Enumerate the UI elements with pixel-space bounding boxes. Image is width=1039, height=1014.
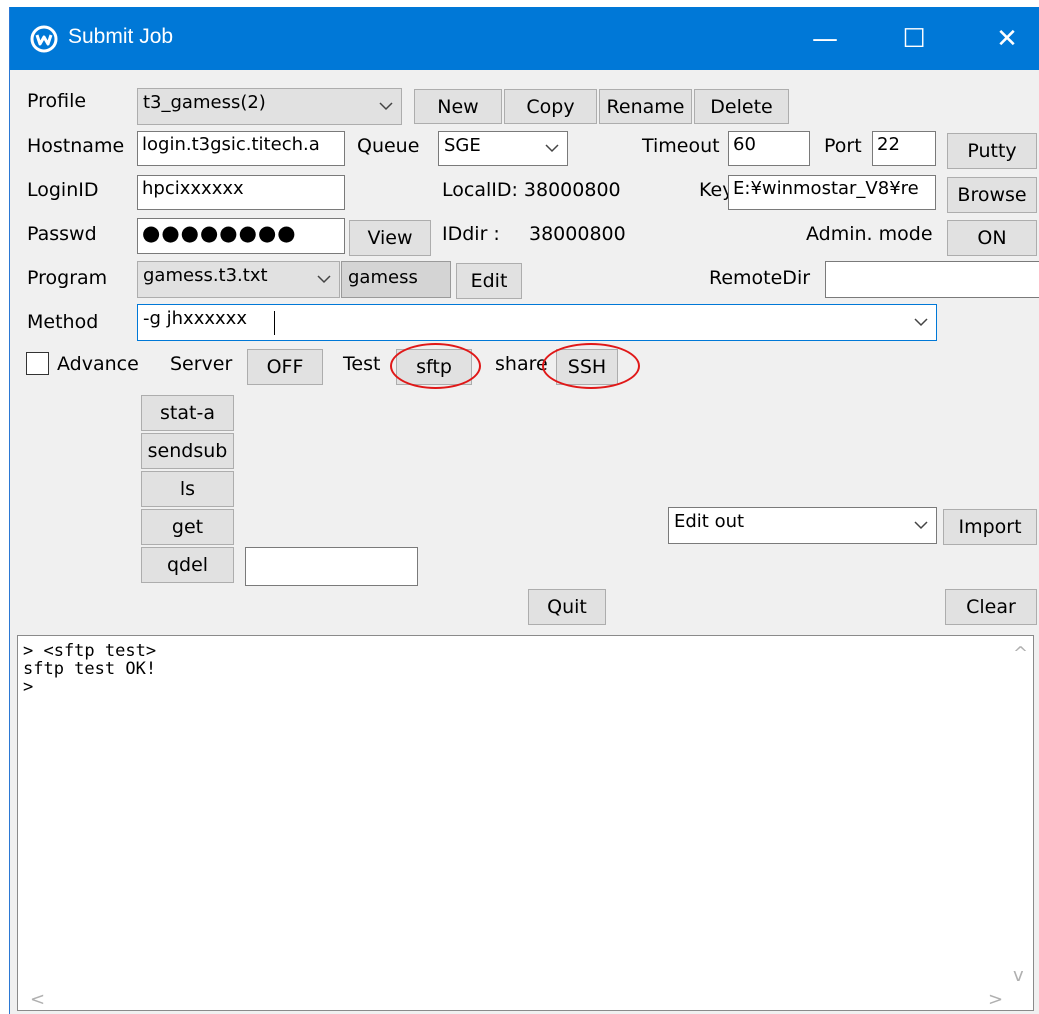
browse-button[interactable]: Browse [947,177,1037,213]
timeout-label: Timeout [642,135,720,157]
queue-select[interactable]: SGE [438,131,568,166]
close-button[interactable]: ✕ [976,7,1038,70]
profile-label: Profile [27,90,87,112]
minimize-button[interactable]: — [794,7,856,70]
admin-mode-label: Admin. mode [806,223,933,245]
port-field[interactable]: 22 [872,131,936,166]
copy-profile-button[interactable]: Copy [504,89,597,124]
test-label: Test [343,353,381,375]
chevron-down-icon [912,305,930,340]
server-toggle-button[interactable]: OFF [247,349,323,385]
qdel-button[interactable]: qdel [141,547,234,583]
scroll-right-icon[interactable]: > [988,989,1003,1010]
queue-value: SGE [444,135,481,156]
remotedir-label: RemoteDir [709,267,811,289]
program-value: gamess.t3.txt [143,265,268,286]
submit-job-window: Submit Job — ☐ ✕ Profile t3_gamess(2) Ne… [9,7,1039,1014]
sendsub-button[interactable]: sendsub [141,433,234,469]
server-label: Server [170,353,233,375]
console-line: > [23,677,34,697]
console-output[interactable]: > <sftp test> sftp test OK! > [17,635,1034,1011]
minimize-icon: — [812,23,838,54]
admin-mode-button[interactable]: ON [947,220,1037,256]
profile-select[interactable]: t3_gamess(2) [137,88,402,125]
chevron-down-icon [912,508,930,543]
chevron-down-icon [543,132,561,165]
chevron-down-icon [377,89,395,124]
stat-button[interactable]: stat-a [141,395,234,431]
rename-profile-button[interactable]: Rename [599,89,692,124]
method-value: -g jhxxxxxx [143,308,247,329]
advance-checkbox[interactable] [26,352,49,375]
delete-profile-button[interactable]: Delete [694,89,789,124]
advance-label: Advance [57,353,139,375]
scroll-down-icon[interactable]: v [1013,965,1024,986]
method-select[interactable]: -g jhxxxxxx [137,304,937,341]
clear-button[interactable]: Clear [945,589,1037,625]
view-password-button[interactable]: View [349,220,431,256]
edit-program-button[interactable]: Edit [456,263,522,299]
maximize-icon: ☐ [902,23,926,54]
edit-out-value: Edit out [674,511,745,532]
console-line: sftp test OK! [23,659,157,679]
program-name-display: gamess [341,261,451,298]
queue-label: Queue [357,135,420,157]
ssh-share-button[interactable]: SSH [556,349,618,385]
qdel-jobid-field[interactable] [245,547,418,586]
port-label: Port [824,135,862,157]
iddir-label: IDdir : [442,223,500,245]
edit-out-select[interactable]: Edit out [668,507,937,544]
close-icon: ✕ [996,23,1018,54]
key-field[interactable]: E:¥winmostar_V8¥re [728,175,936,210]
loginid-label: LoginID [27,179,99,201]
sftp-test-button[interactable]: sftp [396,349,472,385]
quit-button[interactable]: Quit [528,589,606,625]
program-select[interactable]: gamess.t3.txt [137,261,340,298]
text-cursor [274,311,275,335]
hostname-field[interactable]: login.t3gsic.titech.a [137,131,345,166]
profile-value: t3_gamess(2) [143,92,266,113]
hostname-label: Hostname [27,135,125,157]
scroll-up-icon[interactable]: ^ [1013,643,1028,664]
import-button[interactable]: Import [943,509,1037,545]
console-line: > <sftp test> [23,641,157,661]
maximize-button[interactable]: ☐ [883,7,945,70]
iddir-value: 38000800 [529,223,626,245]
chevron-down-icon [315,262,333,297]
password-field[interactable]: ●●●●●●●● [137,218,345,254]
remotedir-field[interactable] [825,261,1039,298]
scroll-left-icon[interactable]: < [30,989,45,1010]
loginid-field[interactable]: hpcixxxxxx [137,175,345,210]
timeout-field[interactable]: 60 [728,131,810,166]
putty-button[interactable]: Putty [947,133,1037,169]
localid-text: LocalID: 38000800 [442,179,621,201]
new-profile-button[interactable]: New [414,89,502,124]
get-button[interactable]: get [141,509,234,545]
passwd-label: Passwd [27,223,97,245]
share-label: share [495,353,548,375]
method-label: Method [27,311,99,333]
window-title: Submit Job [68,25,174,48]
ls-button[interactable]: ls [141,471,234,507]
title-bar[interactable]: Submit Job — ☐ ✕ [10,7,1039,70]
program-label: Program [27,267,108,289]
app-logo-icon [30,25,58,53]
